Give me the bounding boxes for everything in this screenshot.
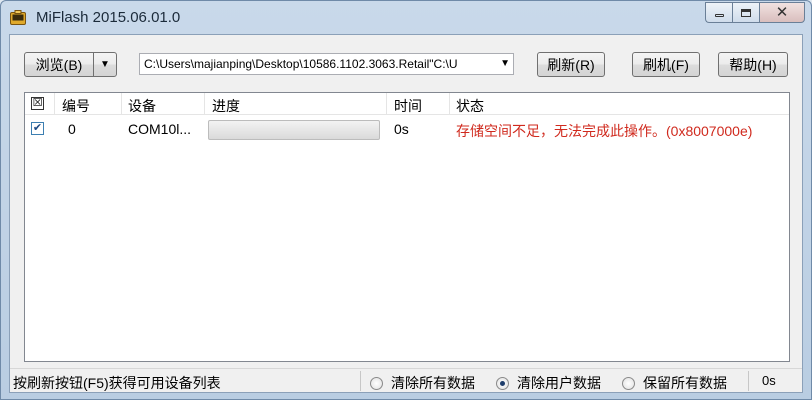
select-all-checkbox[interactable]: ☒	[31, 97, 44, 110]
maximize-icon	[741, 8, 751, 17]
radio-clear-all[interactable]: 清除所有数据	[370, 373, 475, 393]
column-time[interactable]: 时间	[394, 96, 422, 116]
window-controls: ✕	[705, 2, 805, 23]
header-divider[interactable]	[204, 93, 205, 115]
radio-label: 清除用户数据	[517, 375, 601, 391]
app-icon	[10, 10, 26, 25]
dropdown-arrow-icon: ▼	[100, 59, 110, 70]
browse-dropdown-button[interactable]: ▼	[93, 52, 117, 77]
path-value: C:\Users\majianping\Desktop\10586.1102.3…	[144, 57, 458, 71]
row-device: COM10l...	[128, 121, 192, 137]
column-number[interactable]: 编号	[62, 96, 90, 116]
close-icon: ✕	[775, 4, 789, 21]
radio-clear-user[interactable]: 清除用户数据	[496, 373, 601, 393]
refresh-button[interactable]: 刷新(R)	[537, 52, 605, 77]
browse-button[interactable]: 浏览(B)	[24, 52, 94, 77]
elapsed-time: 0s	[762, 373, 776, 388]
table-row[interactable]: ✔ 0 COM10l... 0s 存储空间不足，无法完成此操作。(0x80070…	[25, 117, 789, 141]
title-bar[interactable]: MiFlash 2015.06.01.0 ✕	[1, 1, 811, 35]
combo-arrow-icon[interactable]: ▼	[500, 58, 510, 69]
status-bar: 按刷新按钮(F5)获得可用设备列表 清除所有数据 清除用户数据 保留所有数据 0…	[10, 368, 802, 392]
close-button[interactable]: ✕	[759, 2, 805, 23]
miflash-window: MiFlash 2015.06.01.0 ✕ 浏览(B) ▼ C:\Users\…	[0, 0, 812, 400]
client-area: 浏览(B) ▼ C:\Users\majianping\Desktop\1058…	[9, 34, 803, 393]
device-list[interactable]: ☒ 编号 设备 进度 时间 状态 ✔ 0 COM10l... 0s 存储空间不足…	[24, 92, 790, 362]
radio-button[interactable]	[370, 376, 383, 390]
header-divider[interactable]	[121, 93, 122, 115]
column-device[interactable]: 设备	[128, 96, 156, 116]
maximize-button[interactable]	[732, 2, 759, 23]
list-header: ☒ 编号 设备 进度 时间 状态	[25, 93, 789, 115]
column-status[interactable]: 状态	[456, 96, 484, 116]
header-divider[interactable]	[449, 93, 450, 115]
radio-keep-all[interactable]: 保留所有数据	[622, 373, 727, 393]
header-divider[interactable]	[386, 93, 387, 115]
radio-button[interactable]	[496, 376, 509, 390]
minimize-button[interactable]	[705, 2, 732, 23]
radio-label: 保留所有数据	[643, 375, 727, 391]
path-combobox[interactable]: C:\Users\majianping\Desktop\10586.1102.3…	[139, 53, 514, 75]
statusbar-divider	[360, 371, 361, 391]
row-number: 0	[68, 121, 76, 137]
status-hint: 按刷新按钮(F5)获得可用设备列表	[13, 375, 221, 391]
statusbar-divider	[748, 371, 749, 391]
column-progress[interactable]: 进度	[212, 96, 240, 116]
row-status: 存储空间不足，无法完成此操作。(0x8007000e)	[456, 123, 753, 139]
minimize-icon	[714, 14, 724, 17]
header-divider[interactable]	[54, 93, 55, 115]
window-title: MiFlash 2015.06.01.0	[36, 9, 181, 26]
help-button[interactable]: 帮助(H)	[718, 52, 788, 77]
radio-label: 清除所有数据	[391, 375, 475, 391]
row-progress-bar	[208, 120, 380, 140]
row-checkbox[interactable]: ✔	[31, 122, 44, 135]
flash-button[interactable]: 刷机(F)	[632, 52, 700, 77]
radio-button[interactable]	[622, 376, 635, 390]
row-time: 0s	[394, 121, 409, 137]
